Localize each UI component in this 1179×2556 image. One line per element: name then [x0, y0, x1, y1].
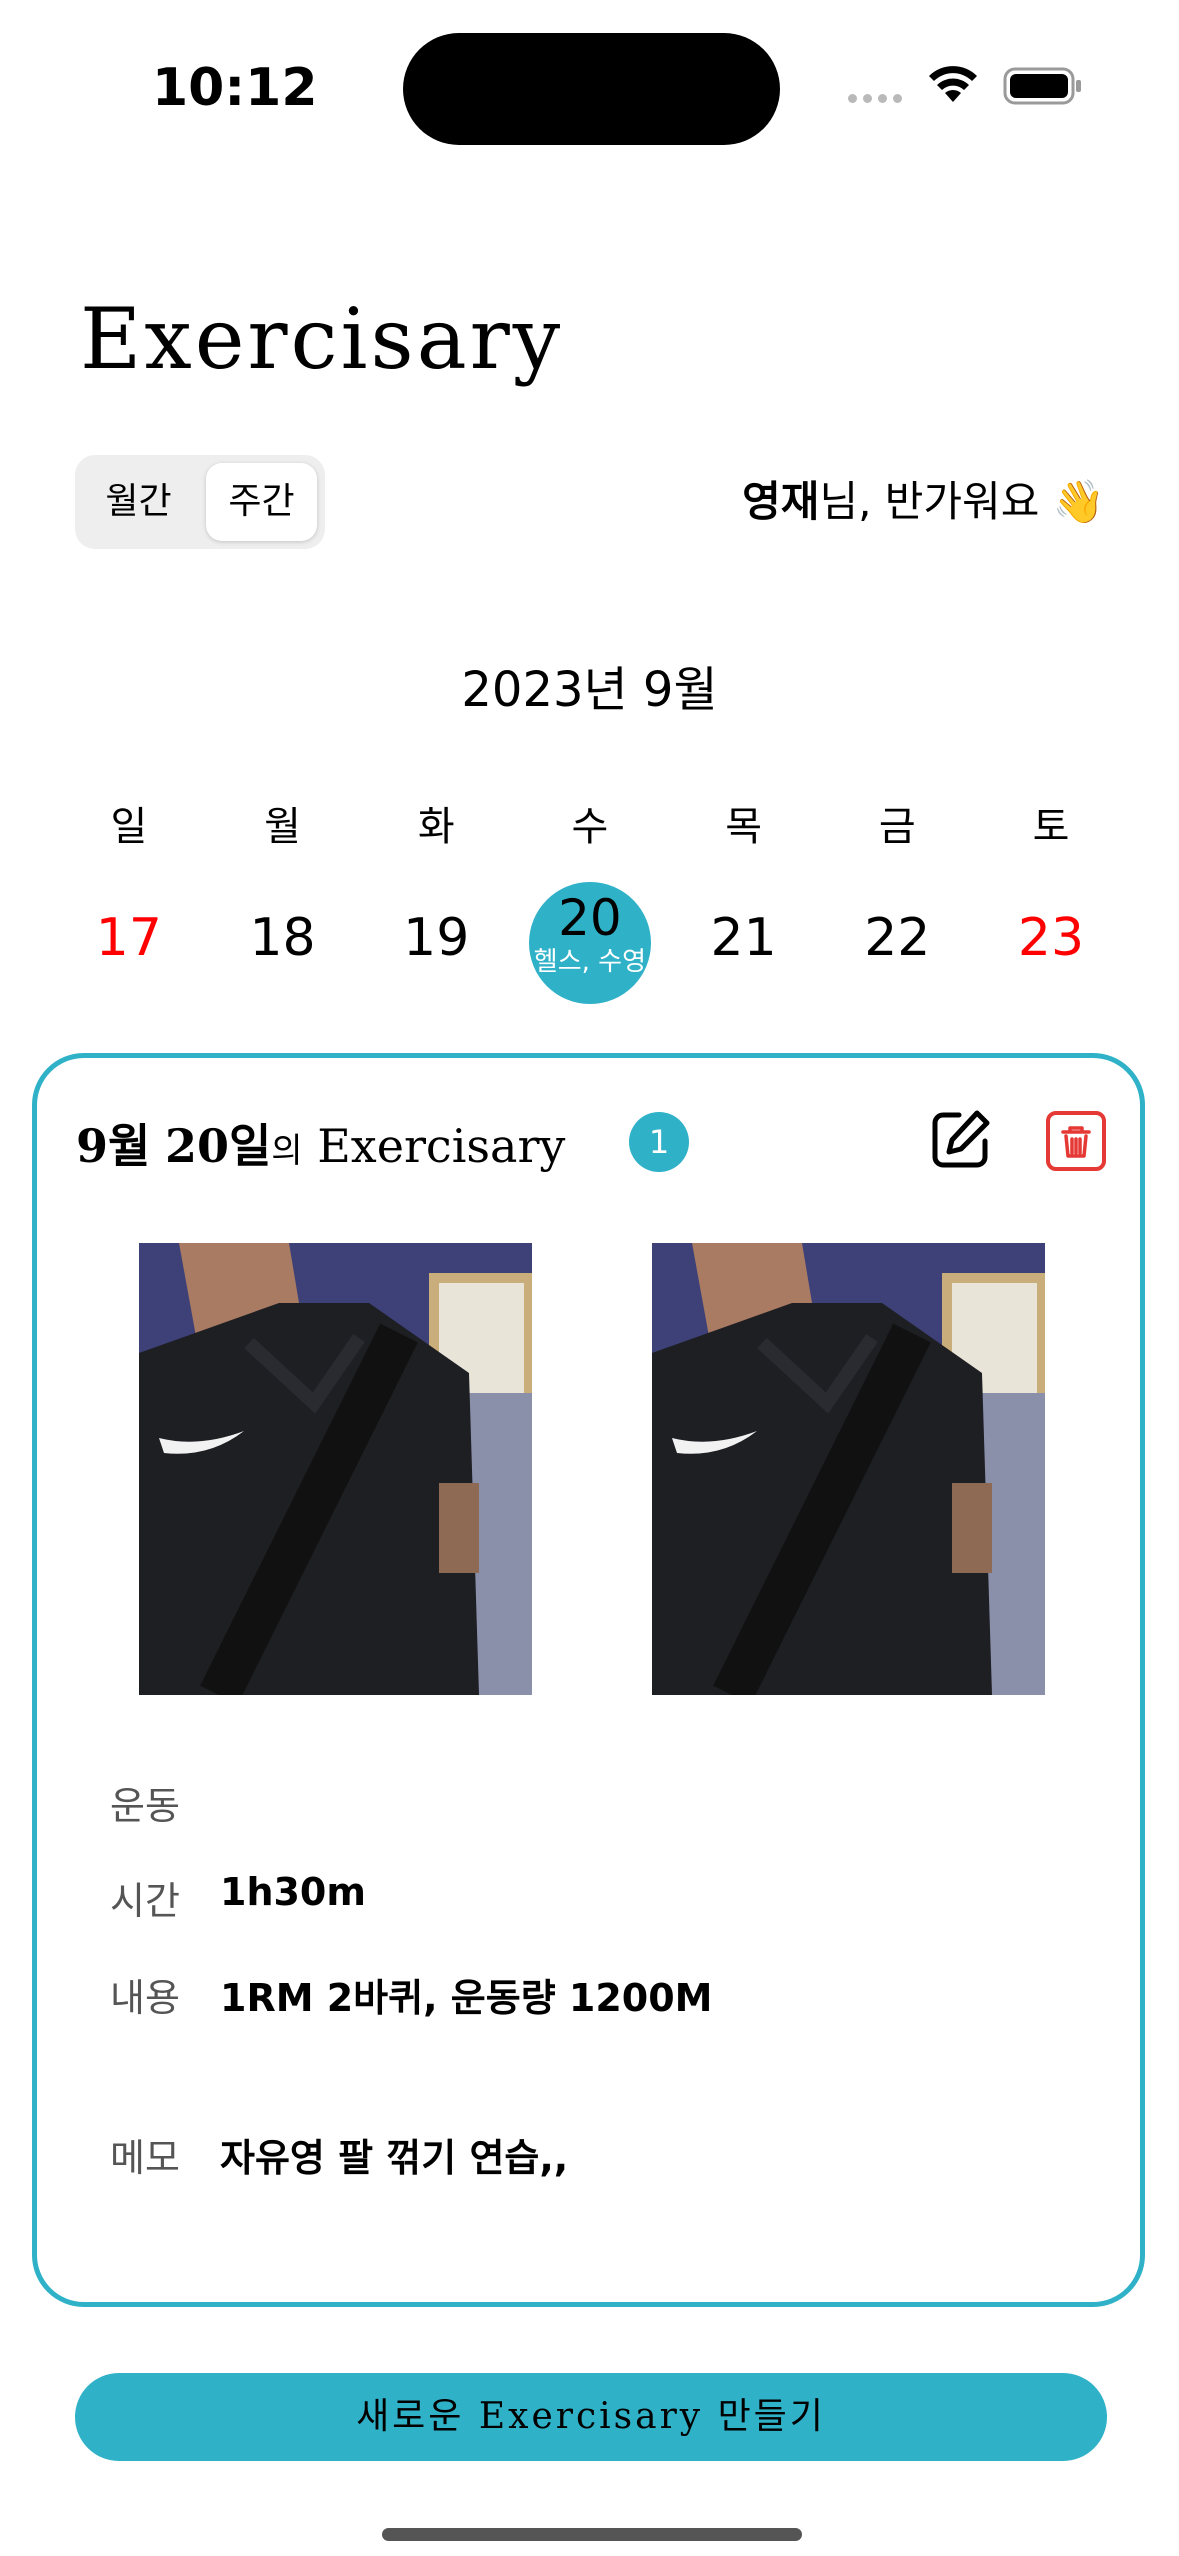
month-label: 2023년 9월	[461, 662, 718, 718]
battery-icon	[1003, 67, 1081, 105]
greeting: 영재님, 반가워요 👋	[742, 468, 1105, 529]
user-name: 영재	[742, 477, 820, 526]
content-value: 1RM 2바퀴, 운동량 1200M	[220, 1976, 713, 2020]
create-entry-button[interactable]: 새로운 Exercisary 만들기	[75, 2373, 1107, 2461]
exercise-photo[interactable]	[139, 1243, 532, 1695]
status-time: 10:12	[152, 58, 318, 118]
weekday-label: 수	[571, 804, 609, 850]
weekly-view-tab[interactable]: 주간	[206, 463, 317, 541]
calendar-day[interactable]: 19	[359, 882, 513, 1002]
home-indicator[interactable]	[382, 2528, 802, 2541]
trash-icon[interactable]	[1045, 1110, 1107, 1172]
weekday-label: 토	[1032, 804, 1070, 850]
cellular-signal-icon	[848, 94, 902, 103]
calendar-day-selected[interactable]: 20 헬스, 수영	[513, 882, 667, 1004]
edit-icon[interactable]	[925, 1105, 995, 1175]
calendar-day[interactable]: 17	[52, 882, 206, 1002]
memo-value: 자유영 팔 꺾기 연습,,	[220, 2136, 569, 2180]
week-days: 17 18 19 20 헬스, 수영 21 22 23	[52, 882, 1128, 1004]
wifi-icon	[929, 66, 977, 102]
weekday-header: 일 월 화 수 목 금 토	[52, 794, 1128, 852]
memo-label: 메모	[110, 2136, 180, 2180]
selected-day-bubble: 20 헬스, 수영	[528, 882, 651, 1004]
weekday-label: 화	[417, 804, 455, 850]
selected-day-tags: 헬스, 수영	[533, 947, 647, 977]
weekday-label: 금	[878, 804, 916, 850]
calendar-day[interactable]: 23	[974, 882, 1128, 1002]
exercise-photo[interactable]	[652, 1243, 1045, 1695]
time-value: 1h30m	[220, 1870, 366, 1914]
exercise-label: 운동	[110, 1784, 180, 1828]
calendar-day[interactable]: 21	[667, 882, 821, 1002]
entry-month: 9월	[76, 1119, 151, 1173]
calendar-day[interactable]: 18	[206, 882, 360, 1002]
entry-app-name: Exercisary	[317, 1119, 566, 1173]
entry-day: 20일	[164, 1119, 272, 1173]
monthly-view-tab[interactable]: 월간	[83, 463, 194, 541]
weekday-label: 월	[264, 804, 301, 850]
dynamic-island	[403, 33, 780, 145]
content-label: 내용	[110, 1976, 180, 2020]
time-label: 시간	[110, 1879, 180, 1923]
greeting-text: 님, 반가워요 👋	[819, 477, 1105, 526]
selected-day-number: 20	[558, 889, 622, 947]
app-title: Exercisary	[80, 290, 564, 388]
weekday-label: 일	[110, 804, 148, 850]
entry-possessive: 의	[271, 1131, 303, 1171]
entry-card-title: 9월 20일의 Exercisary	[76, 1110, 565, 1176]
weekday-label: 목	[725, 804, 762, 850]
entry-count-badge: 1	[629, 1112, 689, 1172]
calendar-day[interactable]: 22	[820, 882, 974, 1002]
view-toggle: 월간 주간	[75, 455, 325, 549]
